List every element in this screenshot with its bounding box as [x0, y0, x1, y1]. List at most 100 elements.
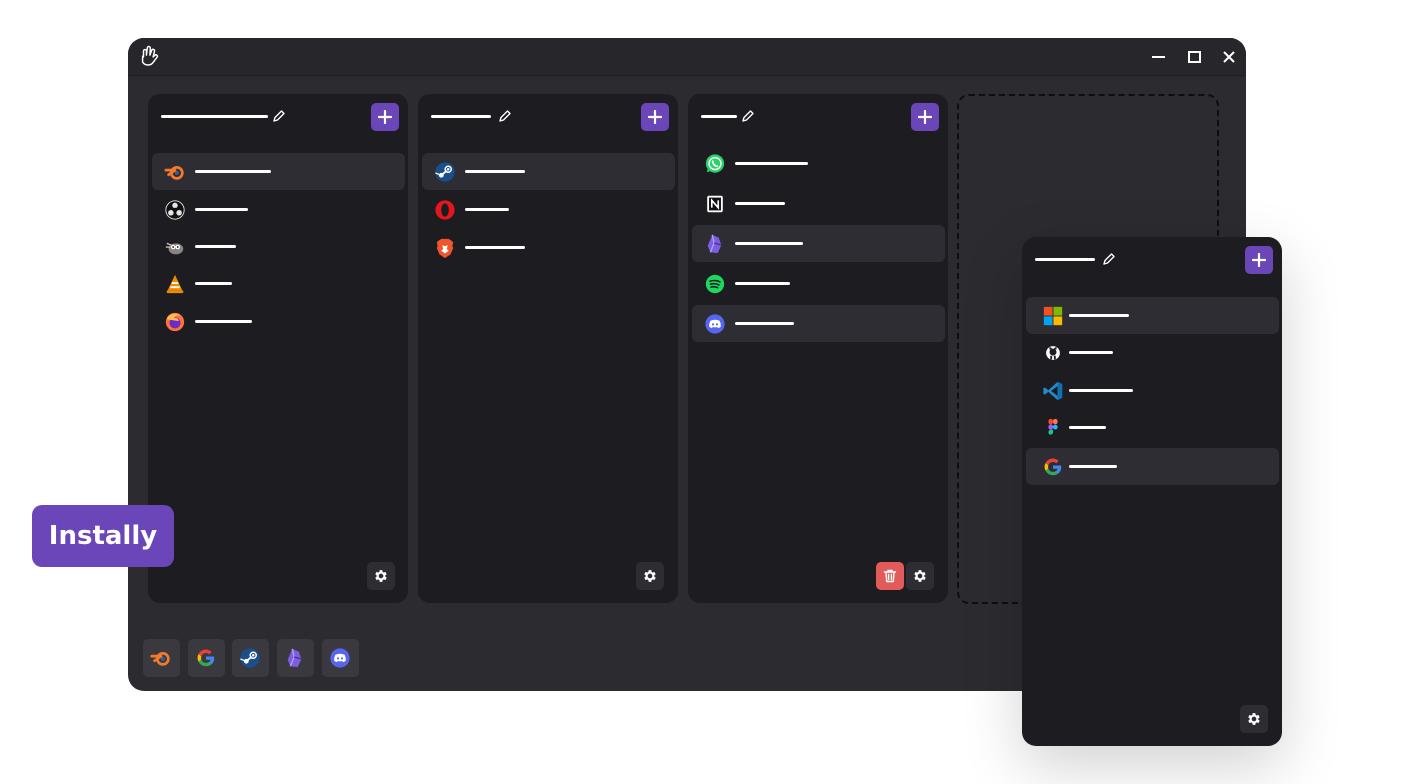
- app-row[interactable]: [1026, 448, 1279, 485]
- gear-icon: [373, 568, 389, 584]
- app-name: [1069, 314, 1129, 317]
- hand-logo-icon: [138, 45, 160, 69]
- app-row[interactable]: [1026, 297, 1279, 334]
- brand-badge: Instally: [32, 505, 174, 567]
- google-icon: [195, 647, 217, 669]
- vlc-icon: [164, 273, 186, 295]
- dock-item[interactable]: [232, 639, 269, 677]
- app-name: [1069, 465, 1117, 468]
- obs-icon: [164, 199, 186, 221]
- app-row[interactable]: [692, 265, 945, 302]
- github-icon: [1042, 342, 1064, 364]
- gear-icon: [642, 568, 658, 584]
- add-app-button[interactable]: [1245, 246, 1273, 274]
- brave-icon: [434, 237, 456, 259]
- app-row[interactable]: [1026, 334, 1279, 371]
- plus-icon: [378, 110, 392, 124]
- dock-item[interactable]: [277, 639, 314, 677]
- steam-icon: [434, 161, 456, 183]
- app-row[interactable]: [1026, 372, 1279, 409]
- edit-pencil-icon[interactable]: [741, 109, 755, 123]
- maximize-icon[interactable]: [1183, 47, 1205, 67]
- app-row[interactable]: [152, 265, 405, 302]
- edit-pencil-icon[interactable]: [498, 109, 512, 123]
- app-name: [195, 320, 252, 323]
- app-row[interactable]: [692, 185, 945, 222]
- app-row[interactable]: [692, 225, 945, 262]
- firefox-icon: [164, 311, 186, 333]
- plus-icon: [918, 110, 932, 124]
- gear-icon: [912, 568, 928, 584]
- app-name: [735, 322, 794, 325]
- dock-item[interactable]: [143, 639, 180, 677]
- plus-icon: [1252, 253, 1266, 267]
- app-name: [1069, 351, 1113, 354]
- app-row[interactable]: [152, 228, 405, 265]
- app-row[interactable]: [422, 229, 675, 266]
- app-name: [735, 242, 803, 245]
- plus-icon: [648, 110, 662, 124]
- steam-icon: [239, 647, 261, 669]
- notion-icon: [704, 193, 726, 215]
- vscode-icon: [1042, 380, 1064, 402]
- discord-icon: [329, 647, 351, 669]
- collection-column: [688, 94, 948, 603]
- app-name: [735, 162, 808, 165]
- app-name: [195, 170, 271, 173]
- app-row[interactable]: [152, 303, 405, 340]
- obsidian-icon: [704, 233, 726, 255]
- column-title: [431, 115, 491, 118]
- app-row[interactable]: [692, 305, 945, 342]
- app-row[interactable]: [422, 191, 675, 228]
- edit-pencil-icon[interactable]: [1102, 252, 1116, 266]
- app-name: [465, 246, 525, 249]
- spotify-icon: [704, 273, 726, 295]
- app-name: [1069, 389, 1133, 392]
- column-header: [418, 94, 678, 140]
- column-settings-button[interactable]: [636, 562, 664, 590]
- microsoft-icon: [1042, 305, 1064, 327]
- app-row[interactable]: [152, 153, 405, 190]
- trash-icon: [882, 568, 898, 584]
- title-bar: [128, 38, 1246, 76]
- add-app-button[interactable]: [911, 103, 939, 131]
- column-header: [148, 94, 408, 140]
- column-title: [701, 115, 737, 118]
- figma-icon: [1042, 417, 1064, 439]
- app-name: [195, 245, 236, 248]
- add-app-button[interactable]: [371, 103, 399, 131]
- app-name: [195, 208, 248, 211]
- column-settings-button[interactable]: [906, 562, 934, 590]
- column-settings-button[interactable]: [1240, 705, 1268, 733]
- whatsapp-icon: [704, 153, 726, 175]
- collection-column: [418, 94, 678, 603]
- minimize-icon[interactable]: [1147, 47, 1169, 67]
- edit-pencil-icon[interactable]: [272, 109, 286, 123]
- app-name: [735, 282, 790, 285]
- app-name: [465, 208, 509, 211]
- app-name: [735, 202, 785, 205]
- app-row[interactable]: [692, 145, 945, 182]
- blender-icon: [164, 161, 186, 183]
- dock-item[interactable]: [322, 639, 359, 677]
- delete-column-button[interactable]: [876, 562, 904, 590]
- dragged-collection-column[interactable]: [1022, 237, 1282, 746]
- add-app-button[interactable]: [641, 103, 669, 131]
- column-header: [1022, 237, 1282, 283]
- column-title: [1035, 258, 1095, 261]
- dock-item[interactable]: [188, 639, 225, 677]
- column-title: [161, 115, 268, 118]
- app-row[interactable]: [422, 153, 675, 190]
- blender-icon: [150, 647, 172, 669]
- gear-icon: [1246, 711, 1262, 727]
- close-icon[interactable]: [1218, 47, 1240, 67]
- app-row[interactable]: [152, 191, 405, 228]
- opera-icon: [434, 199, 456, 221]
- discord-icon: [704, 313, 726, 335]
- column-settings-button[interactable]: [367, 562, 395, 590]
- app-name: [1069, 426, 1106, 429]
- gimp-icon: [164, 236, 186, 258]
- app-name: [465, 170, 525, 173]
- app-name: [195, 282, 232, 285]
- app-row[interactable]: [1026, 409, 1279, 446]
